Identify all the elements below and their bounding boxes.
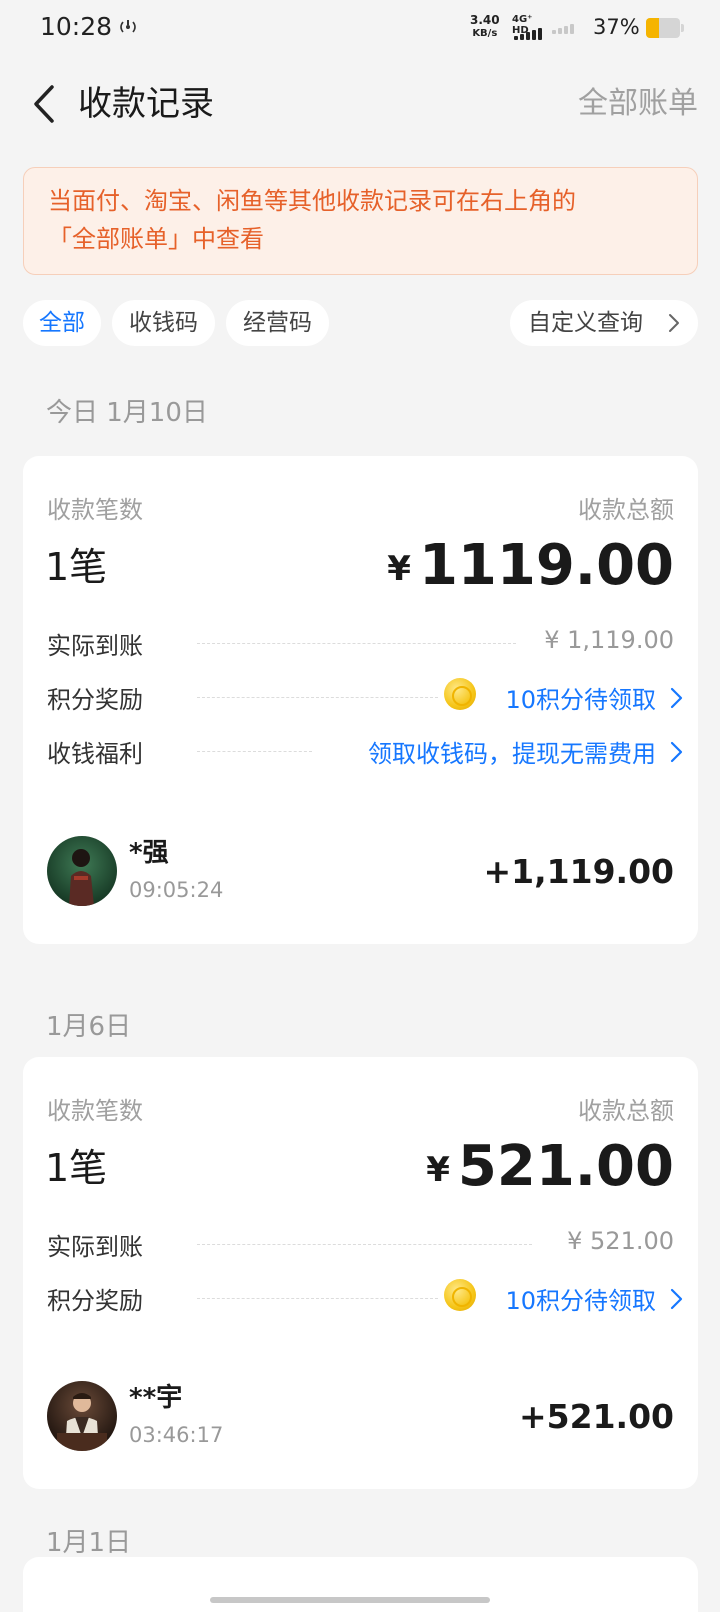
transaction-count: 1笔 [45,545,108,589]
filter-chip-business-code[interactable]: 经营码 [226,300,329,346]
detail-label: 积分奖励 [47,1287,143,1315]
points-link[interactable]: 10积分待领取 [505,680,656,715]
custom-query-button[interactable]: 自定义查询 [510,300,698,346]
hotspot-icon [120,20,136,33]
transaction-row[interactable]: **宇 03:46:17 +521.00 [47,1381,674,1457]
transaction-amount: +521.00 [519,1397,674,1436]
page-title: 收款记录 [78,84,214,124]
summary-card-partial [23,1557,698,1612]
detail-label: 实际到账 [47,1233,143,1261]
chevron-right-icon [670,687,683,709]
custom-query-label: 自定义查询 [528,310,643,336]
count-label: 收款笔数 [47,1097,143,1125]
avatar [47,1381,117,1451]
net-speed-value: 3.40 [470,13,500,27]
filter-row: 全部 收钱码 经营码 自定义查询 [23,300,698,346]
nav-bar: 收款记录 全部账单 [0,70,720,138]
date-header: 1月6日 [46,1012,132,1042]
net-speed-unit: KB/s [472,28,498,39]
status-bar: 10:28 3.40 KB/s 4G⁺ HD 37% [0,0,720,56]
total-amount: ¥521.00 [426,1135,674,1202]
detail-row-points[interactable]: 积分奖励 10积分待领取 [47,676,684,716]
back-button[interactable] [22,80,66,128]
date-header: 1月1日 [46,1528,132,1558]
detail-value: ¥ 521.00 [567,1227,674,1255]
currency-symbol: ¥ [387,549,411,589]
detail-label: 积分奖励 [47,686,143,714]
detail-value: ¥ 1,119.00 [544,626,674,654]
battery-icon [646,18,680,38]
chevron-right-icon [669,314,679,332]
filter-chip-all[interactable]: 全部 [23,300,101,346]
total-label: 收款总额 [578,1097,674,1125]
points-link[interactable]: 10积分待领取 [505,1281,656,1316]
chevron-right-icon [670,741,683,763]
all-bills-link[interactable]: 全部账单 [578,82,698,126]
notice-text-line2: 「全部账单」中查看 [48,225,264,253]
chevron-left-icon [34,85,54,123]
detail-row-received: 实际到账 ¥ 521.00 [47,1223,684,1263]
transaction-amount: +1,119.00 [483,852,675,891]
transaction-time: 03:46:17 [129,1423,224,1447]
cellular-4g-icon: 4G⁺ HD [512,14,548,40]
cellular-2-icon [552,24,574,34]
battery-percent: 37% [593,15,640,39]
detail-row-points[interactable]: 积分奖励 10积分待领取 [47,1277,684,1317]
total-value: 521.00 [457,1134,674,1199]
summary-card: 收款笔数 收款总额 1笔 ¥521.00 实际到账 ¥ 521.00 积分奖励 … [23,1057,698,1489]
detail-label: 收钱福利 [47,740,143,768]
benefit-link[interactable]: 领取收钱码，提现无需费用 [368,734,656,769]
payer-name: *强 [129,838,169,868]
currency-symbol: ¥ [426,1150,450,1190]
battery-fill [646,18,659,38]
detail-label: 实际到账 [47,632,143,660]
total-value: 1119.00 [418,533,674,598]
transaction-row[interactable]: *强 09:05:24 +1,119.00 [47,836,674,912]
battery-cap [681,24,684,32]
chevron-right-icon [670,1288,683,1310]
net-speed: 3.40 KB/s [470,14,500,40]
detail-row-benefit[interactable]: 收钱福利 领取收钱码，提现无需费用 [47,730,684,770]
notice-text-line1: 当面付、淘宝、闲鱼等其他收款记录可在右上角的 [48,187,576,215]
coin-icon [444,678,476,710]
summary-card: 收款笔数 收款总额 1笔 ¥1119.00 实际到账 ¥ 1,119.00 积分… [23,456,698,944]
payer-name: **宇 [129,1383,183,1413]
count-label: 收款笔数 [47,496,143,524]
notice-banner: 当面付、淘宝、闲鱼等其他收款记录可在右上角的 「全部账单」中查看 [23,167,698,275]
detail-row-received: 实际到账 ¥ 1,119.00 [47,622,684,662]
coin-icon [444,1279,476,1311]
date-header: 今日 1月10日 [46,398,208,428]
transaction-count: 1笔 [45,1146,108,1190]
avatar [47,836,117,906]
status-time: 10:28 [40,12,113,41]
home-indicator[interactable] [210,1597,490,1603]
filter-chip-collection-code[interactable]: 收钱码 [112,300,215,346]
total-amount: ¥1119.00 [387,534,674,601]
transaction-time: 09:05:24 [129,878,224,902]
total-label: 收款总额 [578,496,674,524]
